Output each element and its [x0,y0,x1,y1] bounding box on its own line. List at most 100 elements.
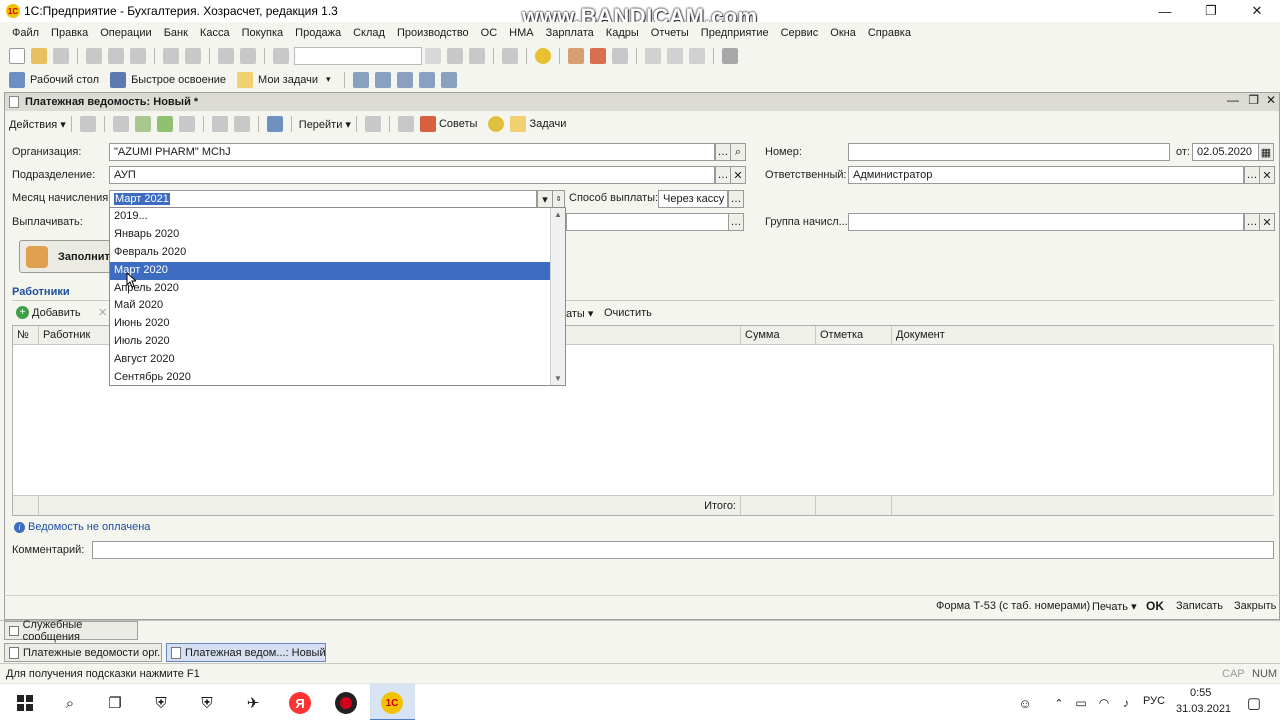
doc-restore-button[interactable]: ❐ [1248,93,1259,107]
panel-icon-1[interactable] [352,71,369,88]
month-dropdown-list[interactable]: 2019... Январь 2020 Февраль 2020 Март 20… [109,207,566,386]
panel-icon-4[interactable] [418,71,435,88]
menu-help[interactable]: Справка [862,27,917,39]
clock-date[interactable]: 31.03.2021 [1176,703,1231,715]
save-button[interactable]: Записать [1176,600,1223,612]
undo-icon[interactable] [218,47,234,64]
people-icon[interactable]: ☺ [1014,692,1036,714]
open-folder-icon[interactable] [31,47,47,64]
dropdown-option[interactable]: Июнь 2020 [110,315,551,333]
responsible-field[interactable]: Администратор [848,166,1244,184]
quick-start-button[interactable]: Быстрое освоение [131,74,226,86]
col-document[interactable]: Документ [892,326,1274,345]
org-select-button[interactable]: … [715,143,731,161]
scroll-up-icon[interactable]: ▲ [554,210,562,219]
dropdown-option[interactable]: Август 2020 [110,351,551,369]
dropdown-option[interactable]: Сентябрь 2020 [110,369,551,387]
dropdown-option[interactable]: Февраль 2020 [110,244,551,262]
doc-tool-icon-3[interactable] [134,116,151,132]
menu-reports[interactable]: Отчеты [645,27,695,39]
search-prev-icon[interactable] [469,47,485,64]
tasks-button[interactable]: Задачи [529,118,566,130]
payout-field-tail[interactable] [566,213,730,231]
add-worker-button[interactable]: + Добавить [16,306,81,319]
menu-production[interactable]: Производство [391,27,475,39]
window-tab-1[interactable]: Платежные ведомости орг... [4,643,162,662]
doc-close-button[interactable]: ✕ [1266,93,1276,107]
memory-plus-icon[interactable] [667,47,683,64]
memory-minus-icon[interactable] [689,47,705,64]
group-field[interactable] [848,213,1244,231]
volume-icon[interactable]: ♪ [1115,692,1137,714]
dropdown-option[interactable]: Июль 2020 [110,333,551,351]
search-taskbar-icon[interactable]: ⌕ [59,692,81,714]
form-t53-link[interactable]: Форма Т-53 (с таб. номерами) [936,600,1090,612]
doc-tool-icon-2[interactable] [112,116,129,132]
desktop-button[interactable]: Рабочий стол [30,74,99,86]
menu-service[interactable]: Сервис [775,27,825,39]
delete-icon[interactable]: ✕ [98,306,107,319]
windows-start-icon[interactable] [14,692,36,714]
print-icon[interactable] [163,47,179,64]
windows-icon[interactable] [502,47,518,64]
wifi-icon[interactable]: ◠ [1093,692,1115,714]
notifications-icon[interactable]: ▢ [1243,692,1265,714]
1c-app-icon[interactable]: 1С [381,692,403,714]
responsible-select-button[interactable]: … [1244,166,1260,184]
calendar-picker-icon[interactable]: ▦ [1258,143,1274,161]
doc-tool-icon-7[interactable] [397,116,414,132]
month-spin-button[interactable]: ⇕ [552,190,565,208]
menu-enterprise[interactable]: Предприятие [695,27,775,39]
chevron-down-icon[interactable]: ▾ [326,74,331,85]
language-indicator[interactable]: РУС [1143,695,1165,707]
doc-tool-icon-4[interactable] [156,116,173,132]
doc-tool-icon-6[interactable] [364,116,381,132]
menu-hr[interactable]: Кадры [600,27,645,39]
help-icon[interactable] [488,116,505,132]
search-icon[interactable] [273,47,289,64]
date-field[interactable]: 02.05.2020 [1192,143,1259,161]
col-number[interactable]: № [13,326,39,345]
month-dropdown-button[interactable]: ▾ [537,190,553,208]
dropdown-scrollbar[interactable]: ▲ ▼ [550,208,565,385]
global-search-input[interactable] [294,46,422,65]
minimize-button[interactable]: — [1142,0,1188,22]
menu-purchase[interactable]: Покупка [236,27,290,39]
organization-field[interactable]: "AZUMI PHARM" MChJ [109,143,715,161]
airplane-app-icon[interactable]: ✈ [242,692,264,714]
print-menu[interactable]: Печать ▾ [1092,600,1137,613]
group-clear-button[interactable]: ✕ [1259,213,1275,231]
menu-file[interactable]: Файл [6,27,45,39]
ok-button[interactable]: OK [1146,599,1164,613]
menu-bank[interactable]: Банк [158,27,194,39]
cut-icon[interactable] [86,47,102,64]
table-icon[interactable] [612,47,628,64]
tools-icon[interactable] [722,47,738,64]
menu-windows[interactable]: Окна [824,27,862,39]
payout-select-button[interactable]: … [728,213,744,231]
calendar-icon[interactable] [590,47,606,64]
menu-intangibles[interactable]: НМА [503,27,539,39]
battery-icon[interactable]: ▭ [1070,692,1092,714]
comment-field[interactable] [92,541,1274,559]
game-shield-2-icon[interactable]: ⛨ [196,692,218,714]
menu-edit[interactable]: Правка [45,27,94,39]
menu-sale[interactable]: Продажа [289,27,347,39]
clear-search-icon[interactable] [425,47,441,64]
tray-chevron-icon[interactable]: ⌃ [1048,692,1070,714]
panel-icon-5[interactable] [440,71,457,88]
calculator-icon[interactable] [568,47,584,64]
new-document-icon[interactable] [9,47,25,64]
col-sum[interactable]: Сумма [741,326,816,345]
doc-tool-icon-5[interactable] [178,116,195,132]
dropdown-option[interactable]: Май 2020 [110,297,551,315]
doc-tool-icon-1[interactable] [79,116,96,132]
bandicam-record-icon[interactable] [335,692,357,714]
structure-icon[interactable] [266,116,283,132]
save-disk-icon[interactable] [53,47,69,64]
search-next-icon[interactable] [447,47,463,64]
dropdown-option[interactable]: Январь 2020 [110,226,551,244]
dropdown-option-selected[interactable]: Март 2020 [110,261,551,280]
dropdown-option[interactable]: Апрель 2020 [110,280,551,298]
menu-cash[interactable]: Касса [194,27,236,39]
